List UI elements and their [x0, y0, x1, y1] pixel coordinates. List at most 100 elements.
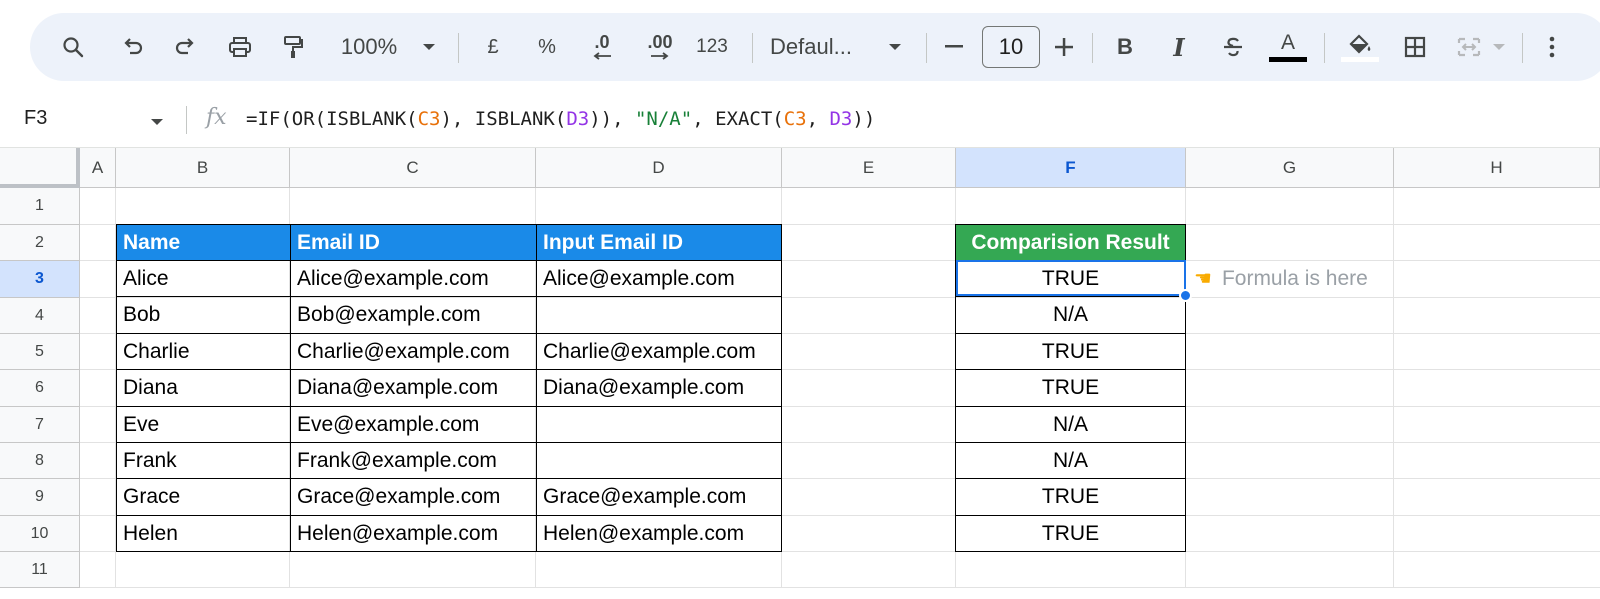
fill-handle[interactable]	[1179, 289, 1192, 302]
paint-format-icon[interactable]	[278, 13, 308, 81]
text-color-letter: A	[1280, 31, 1295, 54]
redo-icon[interactable]	[170, 13, 200, 81]
table-cell[interactable]: Diana	[116, 369, 291, 407]
row-header-1[interactable]: 1	[0, 188, 80, 225]
result-cell[interactable]: TRUE	[955, 515, 1186, 552]
row-header-3[interactable]: 3	[0, 261, 80, 298]
more-formats-button[interactable]: 123	[690, 13, 734, 81]
result-cell[interactable]: TRUE	[955, 369, 1186, 407]
currency-format-button[interactable]: £	[478, 13, 508, 81]
print-icon[interactable]	[224, 13, 256, 81]
column-header-a[interactable]: A	[80, 148, 116, 188]
table-cell[interactable]: Diana@example.com	[290, 369, 537, 407]
table-cell[interactable]: Alice@example.com	[536, 260, 782, 297]
table-cell[interactable]	[536, 406, 782, 443]
formula-note: ☚ Formula is here	[1194, 260, 1368, 297]
toolbar-divider	[458, 33, 459, 63]
percent-format-button[interactable]: %	[532, 13, 562, 81]
formula-input[interactable]: =IF(OR(ISBLANK(C3), ISBLANK(D3)), "N/A",…	[246, 108, 875, 130]
decrease-decimal-button[interactable]: .0	[582, 13, 622, 81]
table-cell[interactable]: Frank@example.com	[290, 442, 537, 479]
formula-token: ), ISBLANK(	[440, 108, 567, 130]
table-header-email-id[interactable]: Email ID	[290, 224, 537, 261]
fill-color-button[interactable]	[1340, 13, 1380, 81]
gridline	[80, 587, 1600, 588]
table-cell[interactable]: Bob	[116, 296, 291, 334]
row-header-4[interactable]: 4	[0, 298, 80, 334]
pointing-hand-icon: ☚	[1194, 268, 1212, 290]
table-cell[interactable]: Grace@example.com	[536, 478, 782, 516]
number-format-label: 123	[696, 36, 728, 57]
increase-font-size-icon[interactable]	[1052, 13, 1076, 81]
column-header-b[interactable]: B	[116, 148, 290, 188]
borders-icon[interactable]	[1400, 13, 1430, 81]
table-cell[interactable]: Charlie@example.com	[536, 333, 782, 370]
table-cell[interactable]: Grace	[116, 478, 291, 516]
row-header-8[interactable]: 8	[0, 443, 80, 479]
result-cell[interactable]: N/A	[955, 442, 1186, 479]
row-header-6[interactable]: 6	[0, 370, 80, 407]
row-header-5[interactable]: 5	[0, 334, 80, 370]
results-header[interactable]: Comparision Result	[955, 224, 1186, 261]
table-cell[interactable]: Charlie@example.com	[290, 333, 537, 370]
bold-button[interactable]: B	[1112, 13, 1138, 81]
column-header-g[interactable]: G	[1186, 148, 1394, 188]
table-cell[interactable]: Eve	[116, 406, 291, 443]
undo-icon[interactable]	[118, 13, 148, 81]
row-header-9[interactable]: 9	[0, 479, 80, 516]
zoom-select[interactable]: 100%	[334, 13, 404, 81]
column-header-f[interactable]: F	[956, 148, 1186, 188]
table-cell[interactable]: Bob@example.com	[290, 296, 537, 334]
text-color-button[interactable]: A	[1268, 13, 1308, 81]
merge-cells-icon[interactable]	[1452, 13, 1486, 81]
table-cell[interactable]: Alice@example.com	[290, 260, 537, 297]
font-size-input[interactable]: 10	[982, 26, 1040, 68]
table-cell[interactable]: Helen@example.com	[536, 515, 782, 552]
table-cell[interactable]	[536, 442, 782, 479]
row-header-2[interactable]: 2	[0, 225, 80, 261]
toolbar-area: 100% £ % .0 .00 123 Defaul... 10 B I A	[0, 0, 1600, 92]
strikethrough-icon[interactable]	[1218, 13, 1248, 81]
table-cell[interactable]: Charlie	[116, 333, 291, 370]
more-options-icon[interactable]	[1542, 13, 1562, 81]
font-family-select[interactable]: Defaul...	[770, 13, 874, 81]
decrease-font-size-icon[interactable]	[942, 13, 966, 81]
column-header-d[interactable]: D	[536, 148, 782, 188]
name-box-dropdown-icon[interactable]	[150, 114, 164, 132]
row-header-7[interactable]: 7	[0, 407, 80, 443]
italic-button[interactable]: I	[1166, 13, 1192, 81]
result-cell[interactable]: TRUE	[955, 478, 1186, 516]
merge-dropdown-icon[interactable]	[1490, 13, 1508, 81]
result-cell[interactable]: TRUE	[955, 333, 1186, 370]
table-cell[interactable]: Frank	[116, 442, 291, 479]
table-cell[interactable]: Eve@example.com	[290, 406, 537, 443]
formula-string: "N/A"	[634, 108, 693, 130]
row-header-10[interactable]: 10	[0, 516, 80, 552]
formula-ref-c3: C3	[417, 108, 441, 130]
table-header-input-email-id[interactable]: Input Email ID	[536, 224, 782, 261]
toolbar-divider	[1324, 33, 1325, 63]
name-box[interactable]: F3	[24, 107, 47, 130]
formula-ref-d3: D3	[829, 108, 853, 130]
column-header-e[interactable]: E	[782, 148, 956, 188]
font-family-dropdown-icon[interactable]	[884, 13, 906, 81]
result-cell[interactable]: N/A	[955, 406, 1186, 443]
text-color-swatch	[1269, 57, 1307, 62]
column-header-h[interactable]: H	[1394, 148, 1600, 188]
table-cell[interactable]: Alice	[116, 260, 291, 297]
column-header-c[interactable]: C	[290, 148, 536, 188]
arrow-left-icon	[593, 52, 611, 60]
increase-decimal-button[interactable]: .00	[638, 13, 682, 81]
zoom-dropdown-icon[interactable]	[418, 13, 440, 81]
table-cell[interactable]: Helen	[116, 515, 291, 552]
table-cell[interactable]: Helen@example.com	[290, 515, 537, 552]
result-cell[interactable]: N/A	[955, 296, 1186, 334]
row-header-11[interactable]: 11	[0, 552, 80, 588]
table-header-name[interactable]: Name	[116, 224, 291, 261]
select-all-corner[interactable]	[0, 148, 80, 188]
table-cell[interactable]: Grace@example.com	[290, 478, 537, 516]
fill-color-swatch	[1341, 56, 1379, 62]
table-cell[interactable]: Diana@example.com	[536, 369, 782, 407]
table-cell[interactable]	[536, 296, 782, 334]
search-menus-icon[interactable]	[58, 13, 88, 81]
